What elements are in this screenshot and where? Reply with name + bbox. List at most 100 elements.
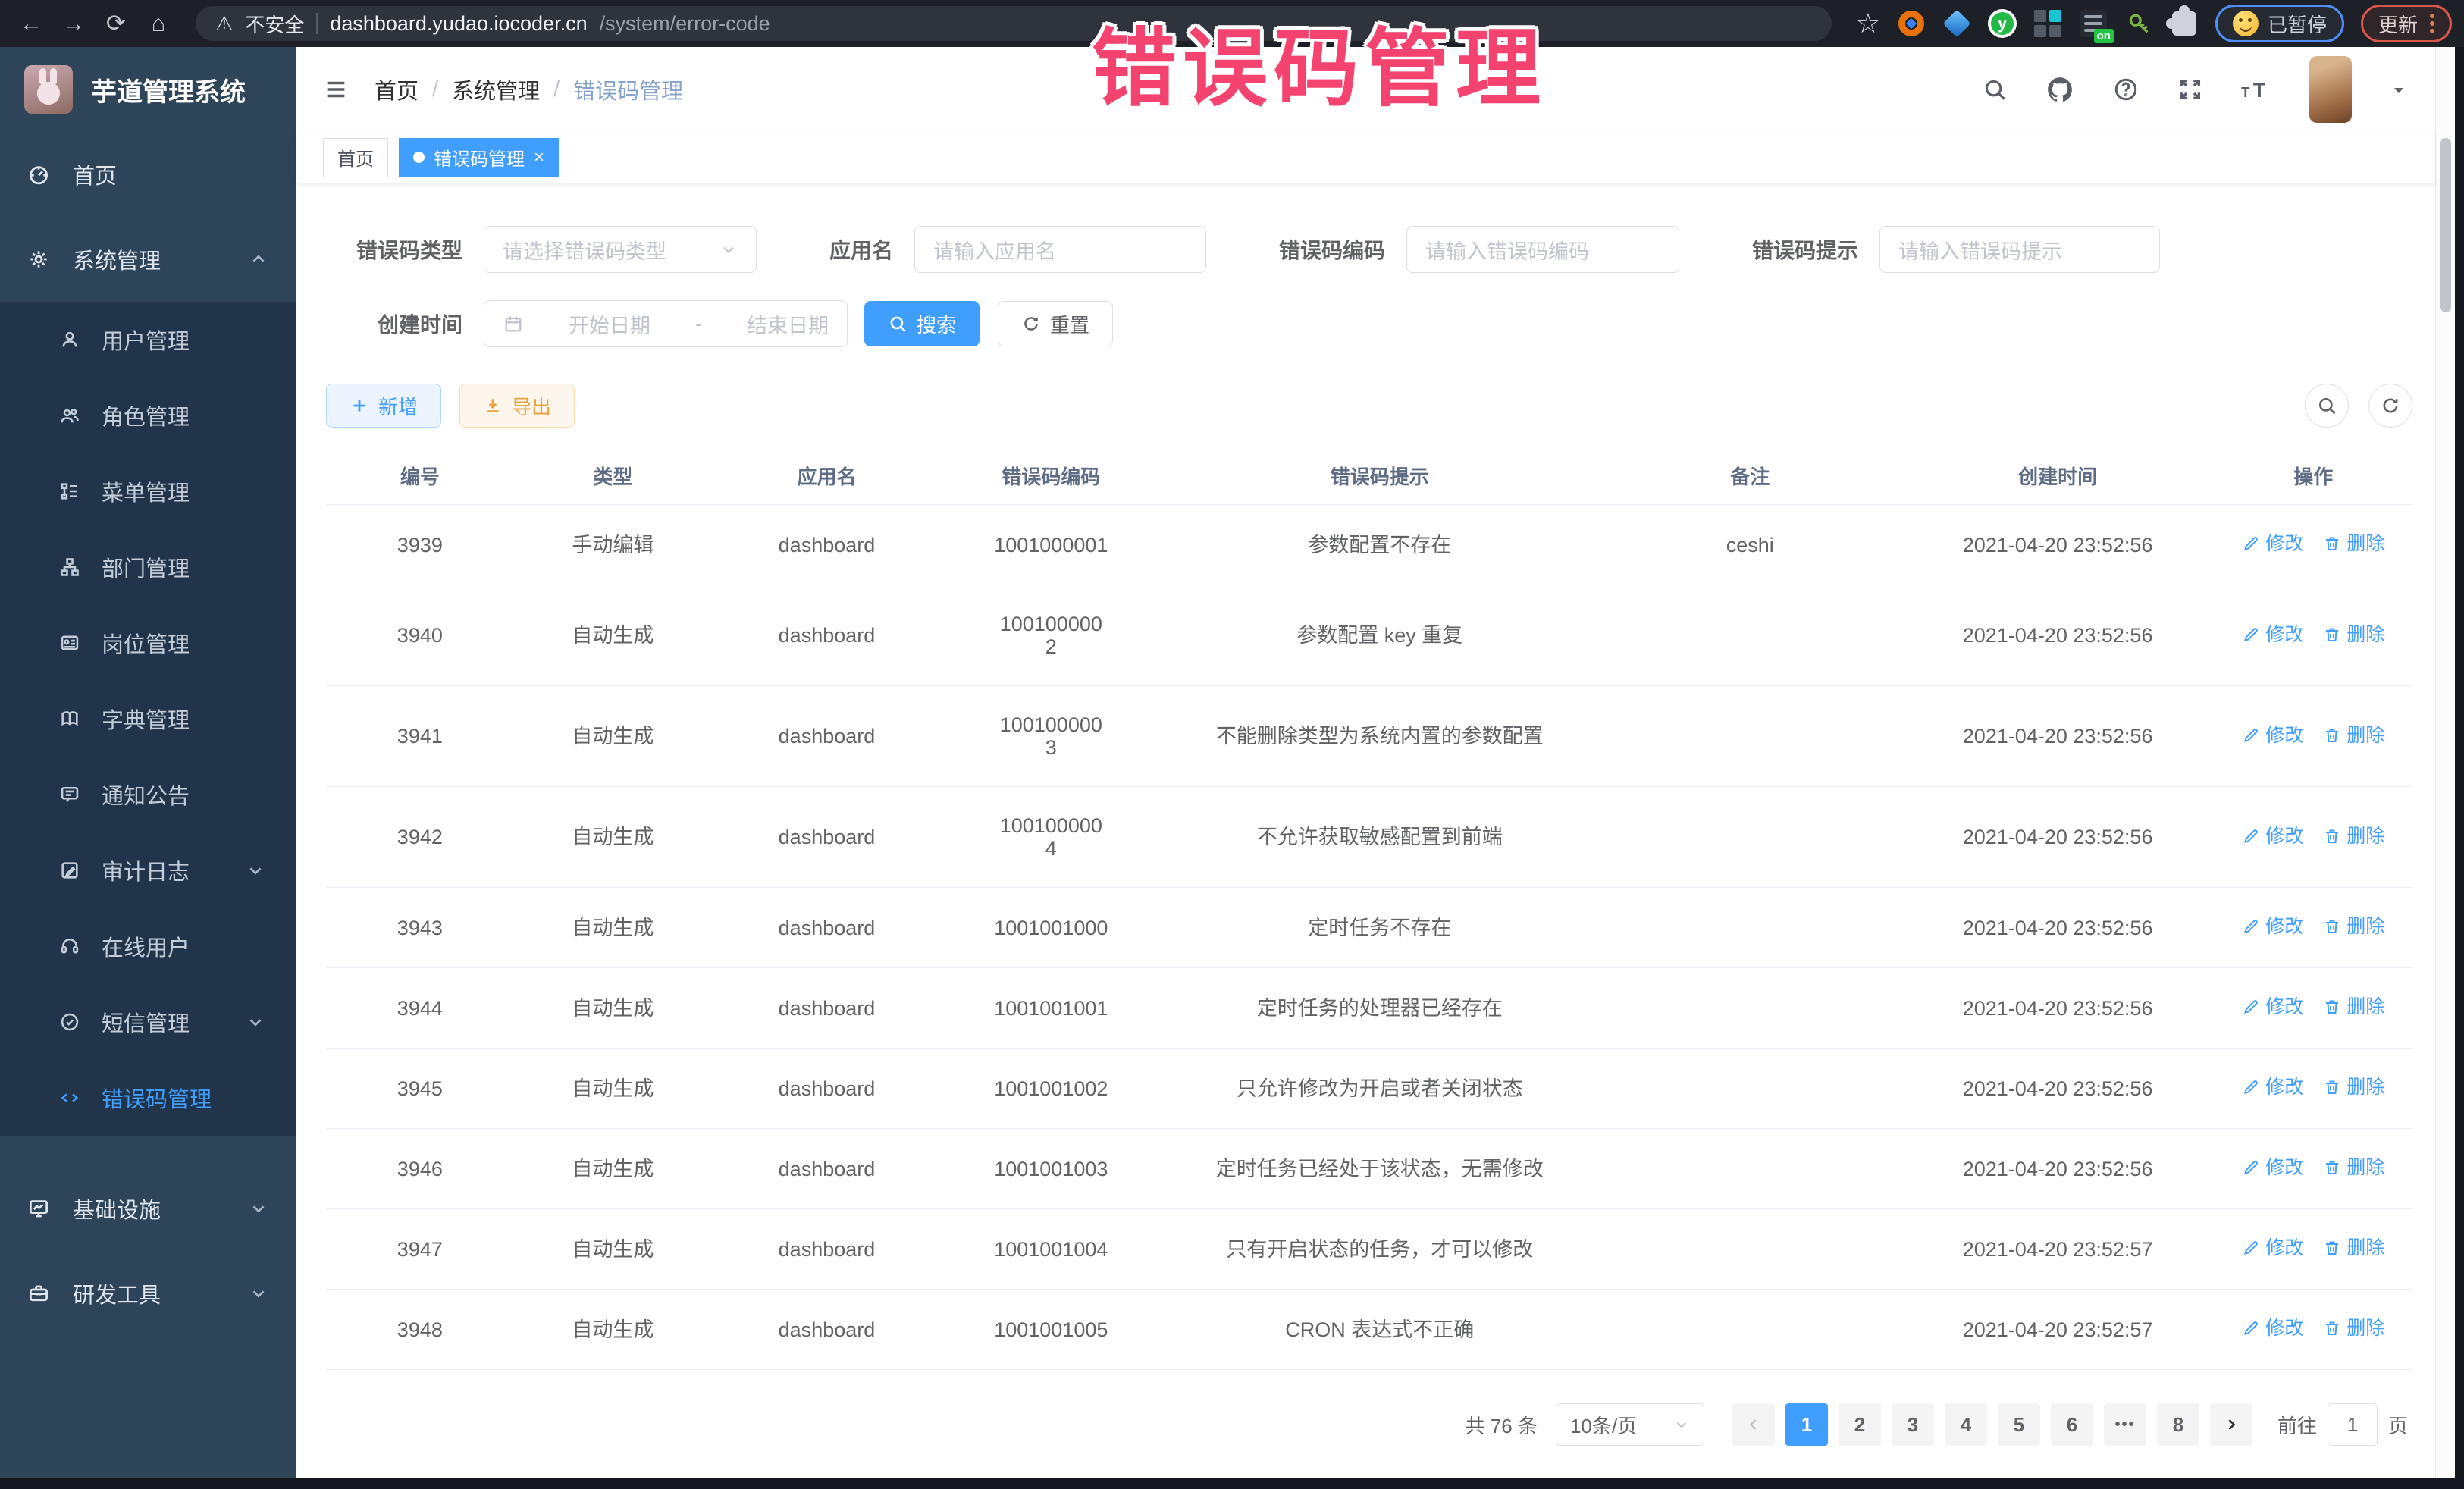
delete-link[interactable]: 删除	[2323, 724, 2384, 747]
pager-page-2[interactable]: 2	[1839, 1403, 1881, 1446]
delete-link[interactable]: 删除	[2323, 915, 2384, 938]
reload-icon[interactable]: ⟳	[97, 6, 135, 41]
delete-link[interactable]: 删除	[2323, 532, 2384, 555]
cell-actions: 修改 删除	[2215, 787, 2412, 888]
cell-code: 100100000 4	[942, 787, 1161, 888]
table-row: 3943 自动生成 dashboard 1001001000 定时任务不存在 2…	[326, 888, 2412, 968]
sidebar-item-system[interactable]: 系统管理	[0, 217, 296, 302]
sidebar-item-notices[interactable]: 通知公告	[0, 757, 296, 832]
sidebar-item-users[interactable]: 用户管理	[0, 302, 296, 378]
font-size-icon[interactable]: TT	[2241, 77, 2271, 102]
search-button[interactable]: 搜索	[864, 301, 980, 346]
goto-page-input[interactable]	[2328, 1403, 2378, 1446]
tag-close-icon[interactable]: ×	[534, 149, 544, 167]
error-code-input[interactable]: 请输入错误码编码	[1406, 226, 1679, 273]
sidebar-item-posts[interactable]: 岗位管理	[0, 605, 296, 681]
pager-prev-button[interactable]	[1732, 1403, 1775, 1446]
sidebar-item-label: 研发工具	[73, 1277, 161, 1309]
pager-page-4[interactable]: 4	[1945, 1403, 1987, 1446]
breadcrumb-home[interactable]: 首页	[375, 74, 419, 105]
delete-link[interactable]: 删除	[2323, 1156, 2384, 1179]
kebab-menu-icon[interactable]	[2430, 14, 2434, 33]
edit-link[interactable]: 修改	[2242, 1156, 2303, 1179]
page-size-select[interactable]: 10条/页	[1556, 1403, 1704, 1446]
error-msg-input[interactable]: 请输入错误码提示	[1879, 226, 2160, 273]
sidebar-item-dictionary[interactable]: 字典管理	[0, 681, 296, 757]
scrollbar-thumb[interactable]	[2440, 138, 2451, 312]
edit-link[interactable]: 修改	[2242, 825, 2303, 848]
delete-link[interactable]: 删除	[2323, 1076, 2384, 1099]
delete-link[interactable]: 删除	[2323, 1317, 2384, 1340]
edit-link[interactable]: 修改	[2242, 1317, 2303, 1340]
extension-list-on-icon[interactable]: on	[2079, 9, 2108, 38]
sidebar-item-departments[interactable]: 部门管理	[0, 529, 296, 605]
github-icon[interactable]	[2045, 75, 2074, 104]
edit-link[interactable]: 修改	[2242, 995, 2303, 1018]
export-button[interactable]: 导出	[459, 384, 575, 428]
pager-page-1[interactable]: 1	[1785, 1403, 1828, 1446]
sidebar-item-audit-log[interactable]: 审计日志	[0, 832, 296, 908]
hamburger-icon[interactable]	[323, 77, 349, 102]
profile-chip-label: 已暂停	[2268, 10, 2327, 38]
show-search-button[interactable]	[2305, 384, 2349, 428]
app-logo-row[interactable]: 芋道管理系统	[0, 47, 296, 132]
fullscreen-icon[interactable]	[2177, 77, 2203, 102]
back-icon[interactable]: ←	[12, 6, 50, 41]
add-button[interactable]: 新增	[326, 384, 441, 428]
bookmark-star-icon[interactable]: ☆	[1856, 8, 1880, 39]
page-scrollbar[interactable]	[2435, 47, 2455, 1478]
app-name-input[interactable]: 请输入应用名	[914, 226, 1206, 273]
cell-id: 3942	[326, 787, 514, 888]
edit-link[interactable]: 修改	[2242, 1237, 2303, 1259]
sidebar-item-error-code[interactable]: 错误码管理	[0, 1060, 296, 1136]
pager-ellipsis[interactable]: •••	[2104, 1403, 2146, 1446]
tag-error-code[interactable]: 错误码管理 ×	[399, 138, 559, 177]
breadcrumb-system[interactable]: 系统管理	[452, 74, 540, 105]
edit-link[interactable]: 修改	[2242, 1076, 2303, 1099]
delete-icon	[2323, 726, 2341, 744]
sidebar-item-roles[interactable]: 角色管理	[0, 378, 296, 453]
reset-button[interactable]: 重置	[998, 301, 1113, 346]
pager-page-3[interactable]: 3	[1892, 1403, 1934, 1446]
profile-chip[interactable]: 已暂停	[2215, 5, 2344, 42]
edit-link[interactable]: 修改	[2242, 915, 2303, 938]
sidebar-item-online-users[interactable]: 在线用户	[0, 908, 296, 984]
edit-link[interactable]: 修改	[2242, 623, 2303, 646]
delete-link[interactable]: 删除	[2323, 995, 2384, 1018]
sidebar-item-sms[interactable]: 短信管理	[0, 984, 296, 1060]
forward-icon[interactable]: →	[55, 6, 92, 41]
sidebar-item-label: 菜单管理	[102, 475, 190, 507]
delete-link[interactable]: 删除	[2323, 1237, 2384, 1259]
help-icon[interactable]	[2112, 76, 2140, 103]
pager-page-6[interactable]: 6	[2051, 1403, 2093, 1446]
cell-type: 手动编辑	[514, 505, 712, 585]
caret-down-icon[interactable]	[2390, 80, 2408, 99]
extension-puzzle-icon[interactable]	[2170, 9, 2199, 38]
pager-next-button[interactable]	[2210, 1403, 2252, 1446]
extension-blue-gem-icon[interactable]	[1942, 9, 1971, 38]
edit-link[interactable]: 修改	[2242, 532, 2303, 555]
error-type-select[interactable]: 请选择错误码类型	[484, 226, 757, 273]
pager-page-5[interactable]: 5	[1998, 1403, 2040, 1446]
delete-link[interactable]: 删除	[2323, 623, 2384, 646]
extension-key-icon[interactable]	[2124, 9, 2153, 38]
sidebar-item-menus[interactable]: 菜单管理	[0, 453, 296, 529]
sidebar-item-home[interactable]: 首页	[0, 132, 296, 217]
pager-page-8[interactable]: 8	[2157, 1403, 2199, 1446]
search-icon[interactable]	[1982, 77, 2008, 102]
home-icon[interactable]: ⌂	[140, 6, 177, 41]
edit-link[interactable]: 修改	[2242, 724, 2303, 747]
sidebar-item-devtools[interactable]: 研发工具	[0, 1251, 296, 1336]
sidebar-item-infrastructure[interactable]: 基础设施	[0, 1166, 296, 1251]
extension-grid-icon[interactable]	[2033, 9, 2062, 38]
date-range-picker[interactable]: 开始日期 - 结束日期	[484, 300, 848, 347]
refresh-table-button[interactable]	[2368, 384, 2412, 428]
extension-green-y-icon[interactable]: y	[1988, 9, 2017, 38]
tag-home[interactable]: 首页	[323, 138, 388, 177]
update-chip[interactable]: 更新	[2361, 5, 2452, 42]
address-bar[interactable]: ⚠ 不安全 dashboard.yudao.iocoder.cn/system/…	[196, 6, 1832, 41]
delete-link[interactable]: 删除	[2323, 825, 2384, 848]
breadcrumb-current: 错误码管理	[573, 74, 683, 105]
user-avatar[interactable]	[2309, 56, 2352, 123]
extension-orange-ring-icon[interactable]	[1897, 9, 1926, 38]
